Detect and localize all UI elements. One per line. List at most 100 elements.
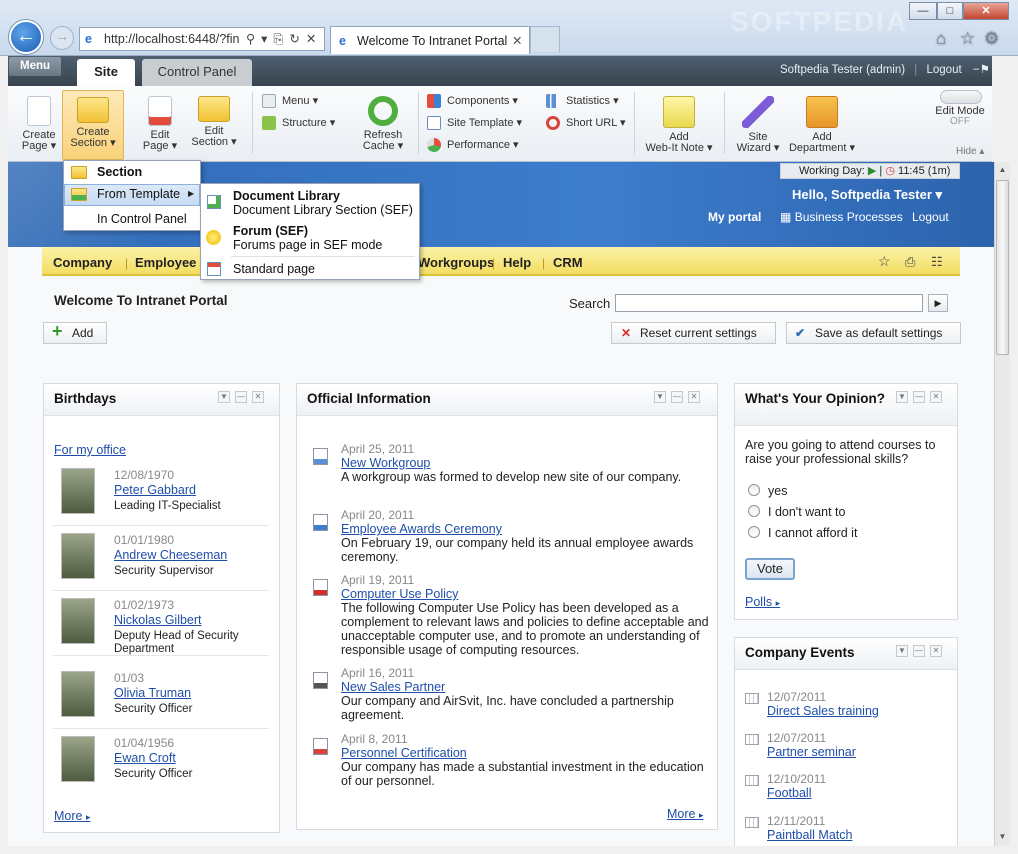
scroll-up-icon[interactable]: ▲ xyxy=(995,162,1010,178)
menu-dropdown[interactable]: Menu ▾ xyxy=(262,93,318,109)
address-controls-icon[interactable]: ⚲▾⎘↻✕ xyxy=(246,28,322,50)
nav-crm[interactable]: CRM xyxy=(553,255,583,270)
tab-site[interactable]: Site xyxy=(77,59,135,86)
page-scrollbar[interactable]: ▲ ▼ xyxy=(994,162,1010,846)
collapse-icon[interactable]: ▼ xyxy=(654,391,666,403)
nav-company[interactable]: Company xyxy=(53,255,112,270)
close-icon[interactable]: ✕ xyxy=(930,645,942,657)
search-button[interactable]: ▶ xyxy=(928,294,948,312)
favorite-star-icon[interactable]: ☆ xyxy=(878,253,891,270)
panel-logout-link[interactable]: Logout xyxy=(926,64,961,76)
template-forum[interactable]: Forum (SEF) xyxy=(233,224,308,238)
minimize-button[interactable]: — xyxy=(909,2,937,20)
news-title-link[interactable]: New Sales Partner xyxy=(341,680,445,694)
panel-user-name[interactable]: Softpedia Tester (admin) xyxy=(780,64,905,76)
edit-section-button[interactable]: Edit Section ▾ xyxy=(188,96,240,148)
print-icon[interactable]: ⎙ xyxy=(905,254,915,270)
employee-photo[interactable] xyxy=(61,468,95,514)
hide-toolbar-link[interactable]: Hide ▴ xyxy=(956,146,984,157)
news-title-link[interactable]: Computer Use Policy xyxy=(341,587,458,601)
scroll-thumb[interactable] xyxy=(996,180,1009,355)
news-title-link[interactable]: Personnel Certification xyxy=(341,746,467,760)
add-widget-button[interactable]: + Add xyxy=(43,321,107,344)
poll-option-cannot[interactable]: I cannot afford it xyxy=(768,526,857,540)
event-title-link[interactable]: Football xyxy=(767,786,811,800)
maximize-button[interactable]: □ xyxy=(937,2,963,20)
poll-option-yes[interactable]: yes xyxy=(768,484,787,498)
site-wizard-button[interactable]: Site Wizard ▾ xyxy=(732,96,784,154)
header-logout-link[interactable]: Logout xyxy=(912,210,949,224)
structure-dropdown[interactable]: Structure ▾ xyxy=(262,115,335,131)
greeting[interactable]: Hello, Softpedia Tester ▾ xyxy=(792,187,942,203)
employee-photo[interactable] xyxy=(61,598,95,644)
business-processes-link[interactable]: ▦ Business Processes xyxy=(780,210,903,224)
for-my-office-link[interactable]: For my office xyxy=(54,443,126,457)
save-default-button[interactable]: ✔ Save as default settings xyxy=(786,322,961,344)
template-standard-page[interactable]: Standard page xyxy=(233,262,315,276)
menu-item-from-template[interactable]: From Template xyxy=(97,187,180,201)
close-window-button[interactable]: ✕ xyxy=(963,2,1009,20)
menu-item-section[interactable]: Section xyxy=(97,165,142,179)
birthdays-more-link[interactable]: More ▸ xyxy=(54,809,91,823)
home-icon[interactable]: ⌂ xyxy=(936,29,946,49)
polls-link[interactable]: Polls ▸ xyxy=(745,595,780,609)
minimize-icon[interactable]: — xyxy=(235,391,247,403)
tools-gear-icon[interactable]: ⚙ xyxy=(984,29,999,49)
employee-name-link[interactable]: Nickolas Gilbert xyxy=(114,613,202,627)
address-bar[interactable]: e http://localhost:6448/?fin ⚲▾⎘↻✕ xyxy=(79,27,325,51)
employee-photo[interactable] xyxy=(61,671,95,717)
event-title-link[interactable]: Partner seminar xyxy=(767,745,856,759)
tab-close-icon[interactable]: ✕ xyxy=(512,27,522,55)
tab-control-panel[interactable]: Control Panel xyxy=(142,59,252,86)
employee-name-link[interactable]: Olivia Truman xyxy=(114,686,191,700)
my-portal-link[interactable]: My portal xyxy=(708,210,761,224)
poll-option-no[interactable]: I don't want to xyxy=(768,505,845,519)
minimize-icon[interactable]: — xyxy=(913,391,925,403)
collapse-icon[interactable]: ▼ xyxy=(896,645,908,657)
sitemap-icon[interactable]: ☷ xyxy=(931,254,943,270)
close-icon[interactable]: ✕ xyxy=(930,391,942,403)
forward-button[interactable]: → xyxy=(50,26,74,50)
news-title-link[interactable]: Employee Awards Ceremony xyxy=(341,522,502,536)
nav-employee[interactable]: Employee xyxy=(135,255,196,270)
menu-item-in-control-panel[interactable]: In Control Panel xyxy=(97,212,187,226)
close-icon[interactable]: ✕ xyxy=(688,391,700,403)
search-input[interactable] xyxy=(615,294,923,312)
working-day-bar[interactable]: Working Day: ▶ | ◷ 11:45 (1m) xyxy=(780,163,960,179)
employee-name-link[interactable]: Ewan Croft xyxy=(114,751,176,765)
components-dropdown[interactable]: Components ▾ xyxy=(427,93,518,109)
poll-radio-yes[interactable] xyxy=(748,484,760,496)
collapse-icon[interactable]: ▼ xyxy=(218,391,230,403)
favorites-icon[interactable]: ☆ xyxy=(960,29,975,49)
minimize-icon[interactable]: — xyxy=(913,645,925,657)
event-title-link[interactable]: Paintball Match xyxy=(767,828,852,842)
refresh-cache-button[interactable]: Refresh Cache ▾ xyxy=(358,96,408,152)
back-button[interactable]: ← xyxy=(9,20,43,54)
official-more-link[interactable]: More ▸ xyxy=(667,807,704,821)
collapse-icon[interactable]: ▼ xyxy=(896,391,908,403)
site-template-dropdown[interactable]: Site Template ▾ xyxy=(427,115,522,131)
employee-photo[interactable] xyxy=(61,736,95,782)
edit-page-button[interactable]: Edit Page ▾ xyxy=(134,96,186,152)
event-title-link[interactable]: Direct Sales training xyxy=(767,704,879,718)
reset-settings-button[interactable]: ✕ Reset current settings xyxy=(611,322,776,344)
nav-help[interactable]: Help xyxy=(503,255,531,270)
panel-menu-button[interactable]: Menu xyxy=(9,57,61,76)
statistics-dropdown[interactable]: Statistics ▾ xyxy=(546,93,619,109)
poll-radio-cannot[interactable] xyxy=(748,526,760,538)
pin-icon[interactable]: −⚑ xyxy=(973,64,990,76)
nav-workgroups[interactable]: Workgroups xyxy=(418,255,494,270)
employee-name-link[interactable]: Andrew Cheeseman xyxy=(114,548,227,562)
edit-mode-toggle[interactable] xyxy=(940,90,982,104)
short-url-dropdown[interactable]: Short URL ▾ xyxy=(546,115,626,131)
browser-tab[interactable]: e Welcome To Intranet Portal ✕ xyxy=(330,26,530,54)
new-tab-button[interactable] xyxy=(530,26,560,52)
scroll-down-icon[interactable]: ▼ xyxy=(995,829,1010,845)
create-section-button[interactable]: Create Section ▾ xyxy=(62,90,124,160)
poll-radio-no[interactable] xyxy=(748,505,760,517)
news-title-link[interactable]: New Workgroup xyxy=(341,456,430,470)
create-page-button[interactable]: Create Page ▾ xyxy=(14,96,64,152)
performance-dropdown[interactable]: Performance ▾ xyxy=(427,137,519,153)
vote-button[interactable]: Vote xyxy=(745,558,795,580)
employee-name-link[interactable]: Peter Gabbard xyxy=(114,483,196,497)
